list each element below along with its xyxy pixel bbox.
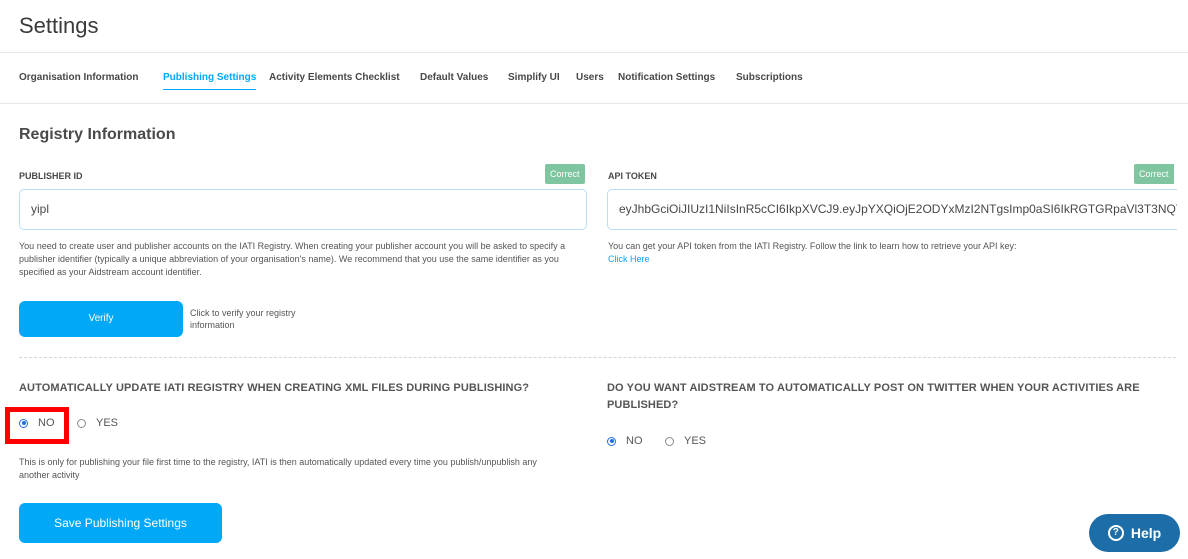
radio-unchecked-icon <box>665 436 674 446</box>
tab-publishing-settings[interactable]: Publishing Settings <box>163 72 257 90</box>
section-divider <box>19 357 1176 358</box>
click-here-link[interactable]: Click Here <box>608 254 650 264</box>
highlight-box <box>5 407 69 444</box>
tab-notification-settings[interactable]: Notification Settings <box>618 72 715 83</box>
api-token-input[interactable]: eyJhbGciOiJIUzI1NiIsInR5cCI6IkpXVCJ9.eyJ… <box>607 189 1177 230</box>
settings-tabs: Organisation Information Publishing Sett… <box>0 53 1188 104</box>
publisher-id-input[interactable]: yipl <box>19 189 587 230</box>
api-token-status-badge: Correct <box>1134 164 1174 184</box>
radio-unchecked-icon <box>77 418 86 428</box>
twitter-no-label: NO <box>626 435 643 447</box>
help-button[interactable]: ? Help <box>1089 514 1180 552</box>
api-token-help-body: You can get your API token from the IATI… <box>608 241 1017 251</box>
tab-organisation-information[interactable]: Organisation Information <box>19 72 138 83</box>
auto-update-yes-radio[interactable]: YES <box>77 417 118 429</box>
verify-button[interactable]: Verify <box>19 301 183 337</box>
auto-update-question: AUTOMATICALLY UPDATE IATI REGISTRY WHEN … <box>19 382 530 394</box>
twitter-radio-group: NO YES <box>607 435 727 451</box>
publisher-id-label: PUBLISHER ID <box>19 171 83 181</box>
tab-subscriptions[interactable]: Subscriptions <box>736 72 803 83</box>
page-header: Settings <box>0 0 1188 53</box>
publisher-id-status-badge: Correct <box>545 164 585 184</box>
tab-users[interactable]: Users <box>576 72 604 83</box>
auto-update-help-text: This is only for publishing your file fi… <box>19 457 537 480</box>
api-token-label: API TOKEN <box>608 171 657 181</box>
tab-activity-elements-checklist[interactable]: Activity Elements Checklist <box>269 72 400 83</box>
twitter-no-radio[interactable]: NO <box>607 435 643 447</box>
tab-simplify-ui[interactable]: Simplify UI <box>508 72 560 83</box>
registry-section-title: Registry Information <box>19 126 176 143</box>
twitter-yes-label: YES <box>684 435 707 447</box>
publisher-id-help-text: You need to create user and publisher ac… <box>19 241 566 277</box>
page-title: Settings <box>19 13 99 38</box>
question-mark-icon: ? <box>1107 525 1124 541</box>
api-token-help-text: You can get your API token from the IATI… <box>608 240 1168 266</box>
help-button-label: Help <box>1130 525 1162 541</box>
auto-update-yes-label: YES <box>96 417 119 429</box>
save-publishing-settings-button[interactable]: Save Publishing Settings <box>19 503 222 543</box>
twitter-question: DO YOU WANT AIDSTREAM TO AUTOMATICALLY P… <box>607 382 1140 411</box>
radio-checked-icon <box>607 436 616 446</box>
tab-default-values[interactable]: Default Values <box>420 72 488 83</box>
verify-note: Click to verify your registry informatio… <box>190 308 296 330</box>
twitter-yes-radio[interactable]: YES <box>665 435 706 447</box>
